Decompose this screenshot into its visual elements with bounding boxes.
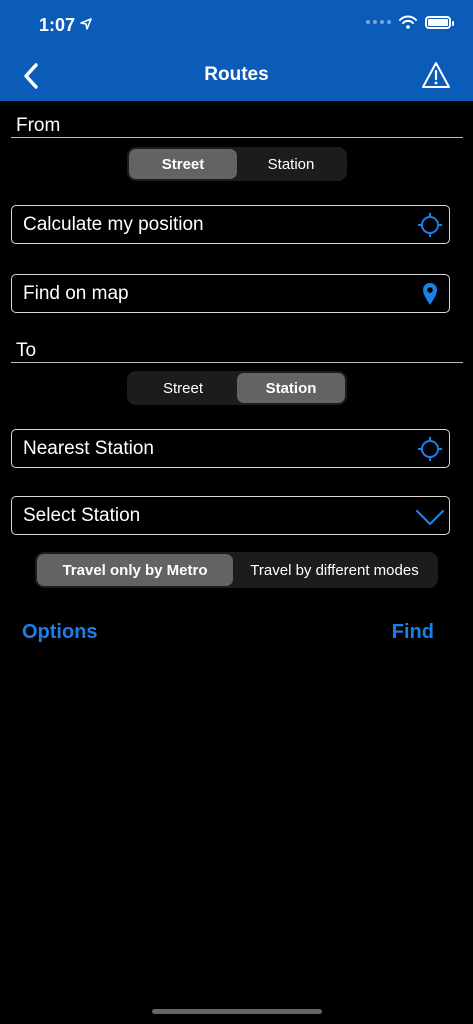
nearest-station-label: Nearest Station <box>23 438 154 459</box>
map-pin-icon[interactable] <box>417 281 443 307</box>
status-time: 1:07 <box>39 15 76 35</box>
from-segmented-control: Street Station <box>127 147 347 181</box>
crosshair-icon[interactable] <box>417 212 443 238</box>
to-divider <box>11 362 463 363</box>
home-indicator <box>152 1009 322 1014</box>
select-station-label: Select Station <box>23 505 141 526</box>
travel-mode-segmented-control: Travel only by Metro Travel by different… <box>35 552 438 588</box>
cellular-signal-icon <box>366 20 391 24</box>
find-on-map-label: Find on map <box>23 283 129 304</box>
options-button[interactable]: Options <box>22 621 98 644</box>
crosshair-icon[interactable] <box>417 436 443 462</box>
from-segment-station[interactable]: Station <box>237 149 345 179</box>
calculate-position-label: Calculate my position <box>23 214 204 235</box>
find-button[interactable]: Find <box>392 621 434 644</box>
travel-mode-different-modes[interactable]: Travel by different modes <box>233 554 436 586</box>
find-on-map-field[interactable]: Find on map <box>11 274 450 313</box>
navigation-bar: 1:07 Routes <box>0 0 473 101</box>
page-title: Routes <box>204 64 269 85</box>
location-arrow-icon <box>80 18 92 30</box>
to-label: To <box>16 340 37 361</box>
wifi-icon <box>399 15 417 29</box>
select-station-dropdown[interactable]: Select Station <box>11 496 450 535</box>
battery-icon <box>425 15 454 29</box>
to-segment-station[interactable]: Station <box>237 373 345 403</box>
calculate-position-field[interactable]: Calculate my position <box>11 205 450 244</box>
to-segmented-control: Street Station <box>127 371 347 405</box>
travel-mode-metro-only[interactable]: Travel only by Metro <box>37 554 233 586</box>
status-icons <box>366 15 454 29</box>
from-segment-street[interactable]: Street <box>129 149 237 179</box>
warning-icon[interactable] <box>421 61 451 89</box>
chevron-down-icon[interactable] <box>415 503 445 529</box>
nearest-station-field[interactable]: Nearest Station <box>11 429 450 468</box>
from-label: From <box>16 115 61 136</box>
from-divider <box>11 137 463 138</box>
to-segment-street[interactable]: Street <box>129 373 237 403</box>
